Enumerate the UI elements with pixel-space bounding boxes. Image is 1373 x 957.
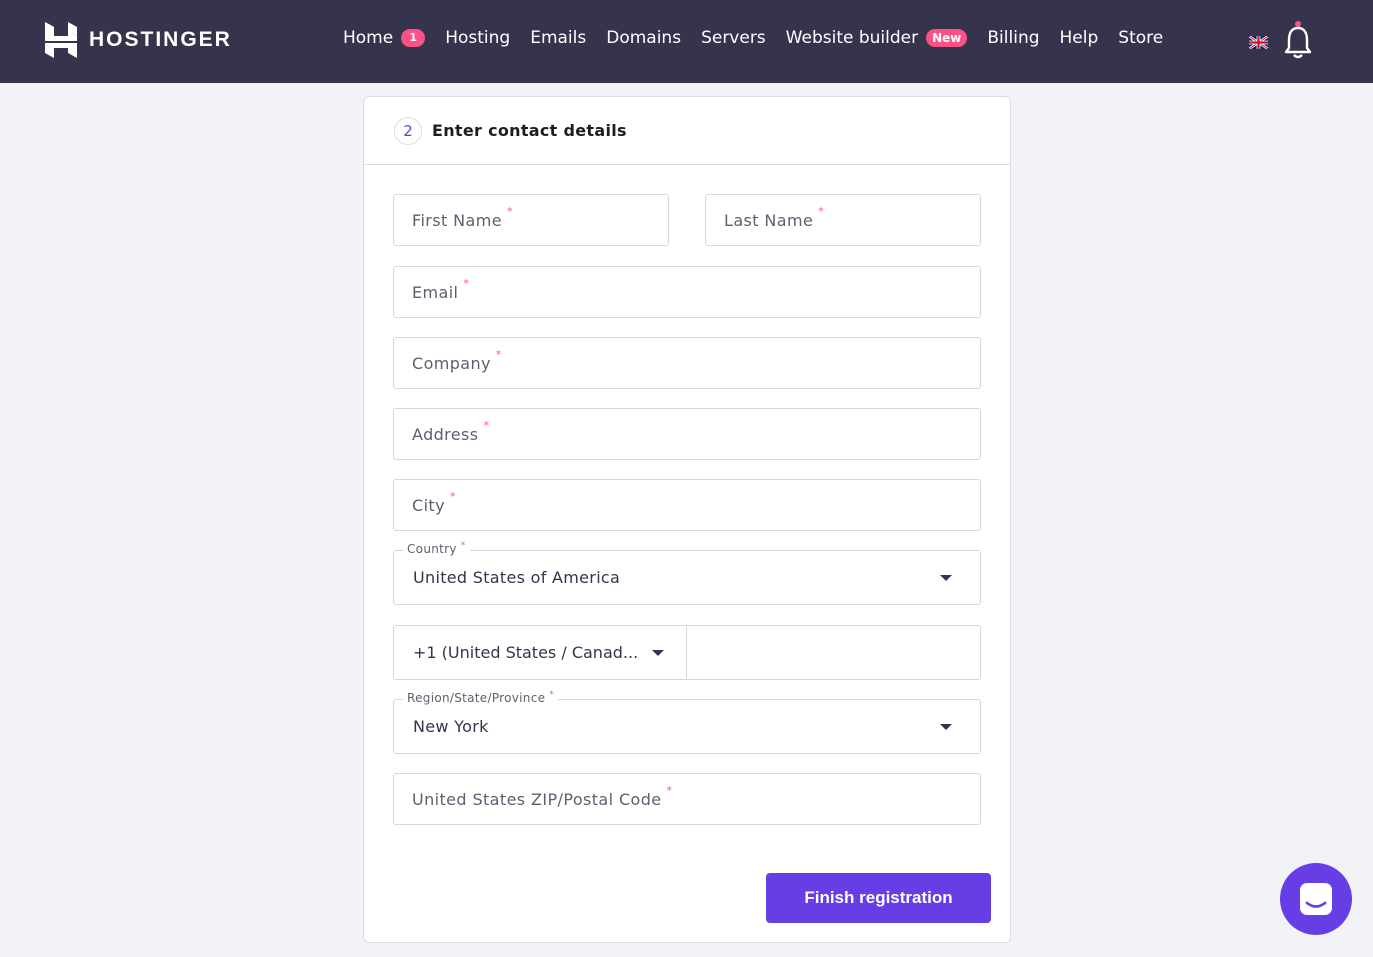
nav-servers-label: Servers xyxy=(701,28,766,48)
required-mark: * xyxy=(460,541,466,551)
nav-billing[interactable]: Billing xyxy=(987,28,1039,48)
brand-name: HOSTINGER xyxy=(89,28,232,51)
home-count-badge: 1 xyxy=(401,29,426,47)
first-name-placeholder: First Name xyxy=(412,210,502,230)
uk-flag-icon[interactable] xyxy=(1249,36,1268,49)
hostinger-logo[interactable]: HOSTINGER xyxy=(45,22,232,58)
last-name-field[interactable]: Last Name * xyxy=(705,194,981,246)
nav-help[interactable]: Help xyxy=(1060,28,1099,48)
city-placeholder: City xyxy=(412,495,445,515)
company-placeholder: Company xyxy=(412,353,491,373)
nav-hosting[interactable]: Hosting xyxy=(445,28,510,48)
email-placeholder: Email xyxy=(412,282,459,302)
zip-placeholder: United States ZIP/Postal Code xyxy=(412,789,662,809)
zip-field[interactable]: United States ZIP/Postal Code * xyxy=(393,773,981,825)
chevron-down-icon xyxy=(652,650,664,656)
phone-group: +1 (United States / Canad... xyxy=(393,625,981,680)
nav-website-builder-label: Website builder xyxy=(785,28,919,48)
phone-code-value: +1 (United States / Canad... xyxy=(413,643,639,662)
hostinger-logo-icon xyxy=(45,22,77,58)
step-title: Enter contact details xyxy=(432,121,627,140)
first-name-field[interactable]: First Name * xyxy=(393,194,669,246)
chevron-down-icon xyxy=(940,724,952,730)
top-navbar: HOSTINGER Home 1 Hosting Emails Domains … xyxy=(0,0,1373,83)
phone-number-input[interactable] xyxy=(687,626,980,679)
nav-billing-label: Billing xyxy=(987,28,1040,48)
nav-domains-label: Domains xyxy=(606,28,682,48)
region-label: Region/State/Province * xyxy=(403,690,559,705)
nav-home[interactable]: Home 1 xyxy=(343,28,426,48)
last-name-placeholder: Last Name xyxy=(724,210,814,230)
nav-store[interactable]: Store xyxy=(1118,28,1163,48)
phone-code-select[interactable]: +1 (United States / Canad... xyxy=(394,626,687,679)
country-label-text: Country xyxy=(407,542,457,556)
finish-registration-button[interactable]: Finish registration xyxy=(766,873,991,923)
new-badge: New xyxy=(926,29,968,47)
region-select[interactable]: Region/State/Province * New York xyxy=(393,690,981,754)
required-mark: * xyxy=(463,276,469,290)
address-placeholder: Address xyxy=(412,424,479,444)
required-mark: * xyxy=(506,204,513,218)
nav-emails[interactable]: Emails xyxy=(530,28,586,48)
nav-store-label: Store xyxy=(1118,28,1164,48)
country-value: United States of America xyxy=(413,568,621,587)
email-field[interactable]: Email * xyxy=(393,266,981,318)
nav-hosting-label: Hosting xyxy=(445,28,511,48)
main-nav: Home 1 Hosting Emails Domains Servers We… xyxy=(343,28,1183,48)
contact-details-card: 2 Enter contact details First Name * Las… xyxy=(363,96,1011,943)
company-field[interactable]: Company * xyxy=(393,337,981,389)
chat-icon xyxy=(1300,883,1332,915)
chat-launcher-button[interactable] xyxy=(1280,863,1352,935)
nav-domains[interactable]: Domains xyxy=(606,28,681,48)
nav-website-builder[interactable]: Website builder New xyxy=(786,28,968,48)
region-value: New York xyxy=(413,717,489,736)
nav-home-label: Home xyxy=(343,28,394,48)
nav-emails-label: Emails xyxy=(530,28,587,48)
bell-icon[interactable] xyxy=(1283,20,1313,60)
required-mark: * xyxy=(495,347,502,361)
required-mark: * xyxy=(483,418,490,432)
region-label-text: Region/State/Province xyxy=(407,691,546,705)
required-mark: * xyxy=(818,204,824,218)
address-field[interactable]: Address * xyxy=(393,408,981,460)
nav-help-label: Help xyxy=(1059,28,1099,48)
country-select[interactable]: Country * United States of America xyxy=(393,541,981,605)
required-mark: * xyxy=(666,783,673,797)
required-mark: * xyxy=(449,489,456,503)
step-number: 2 xyxy=(394,116,422,145)
country-label: Country * xyxy=(403,541,470,556)
required-mark: * xyxy=(549,690,555,700)
nav-servers[interactable]: Servers xyxy=(701,28,766,48)
chevron-down-icon xyxy=(940,575,952,581)
city-field[interactable]: City * xyxy=(393,479,981,531)
card-header: 2 Enter contact details xyxy=(364,97,1010,165)
